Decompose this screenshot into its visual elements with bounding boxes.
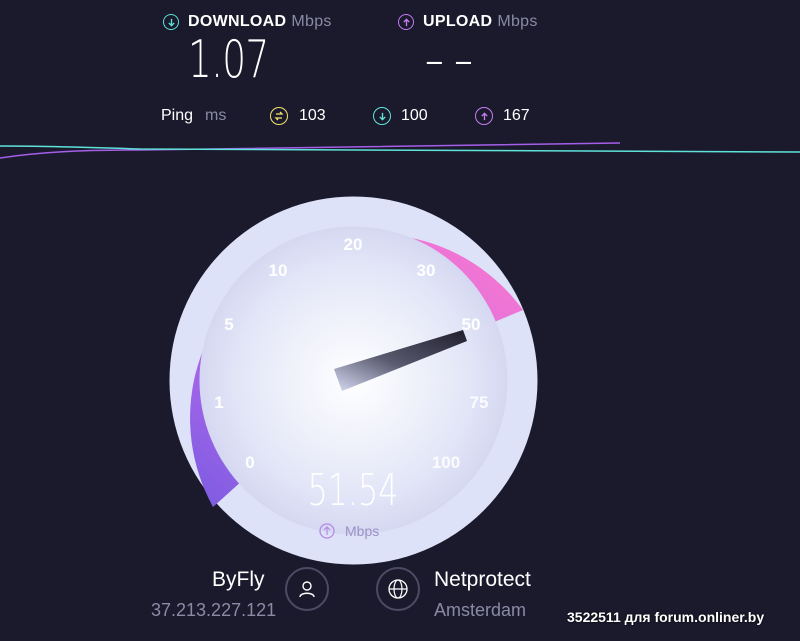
- ping-row: Ping ms: [161, 107, 226, 125]
- ping-down-icon: [373, 107, 391, 125]
- gauge-tick-75: 75: [470, 393, 489, 412]
- speed-graph: [0, 142, 800, 159]
- download-arrow-icon: [163, 14, 179, 30]
- gauge-tick-5: 5: [224, 315, 233, 334]
- upload-label: UPLOAD: [423, 13, 493, 30]
- download-unit: Mbps: [291, 13, 332, 30]
- server-button[interactable]: [376, 567, 420, 611]
- gauge-tick-1: 1: [214, 393, 223, 412]
- ping-idle-value: 103: [299, 107, 326, 124]
- ping-down: 100: [373, 107, 428, 125]
- ping-idle: 103: [270, 107, 326, 125]
- globe-icon: [388, 579, 408, 599]
- download-label: DOWNLOAD: [188, 13, 287, 30]
- gauge-tick-30: 30: [417, 261, 436, 280]
- ping-up-value: 167: [503, 107, 530, 124]
- watermark: 3522511 для forum.onliner.by: [567, 609, 765, 625]
- upload-unit: Mbps: [497, 13, 538, 30]
- download-header: DOWNLOAD Mbps: [163, 13, 332, 31]
- ping-down-value: 100: [401, 107, 428, 124]
- gauge-unit: Mbps: [345, 523, 379, 539]
- ping-unit: ms: [205, 107, 227, 124]
- gauge-tick-0: 0: [245, 453, 254, 472]
- upload-value: – –: [425, 30, 473, 90]
- ping-idle-icon: [270, 107, 288, 125]
- user-icon: [299, 581, 315, 598]
- upload-header: UPLOAD Mbps: [398, 13, 538, 31]
- ping-label: Ping: [161, 107, 194, 124]
- isp-name: ByFly: [212, 568, 265, 591]
- upload-arrow-icon: [398, 14, 414, 30]
- download-value: 1.07: [188, 30, 269, 90]
- ping-up-icon: [475, 107, 493, 125]
- server-name[interactable]: Netprotect: [434, 568, 531, 592]
- gauge-tick-50: 50: [462, 315, 481, 334]
- speed-gauge: 0 1 5 10 20 30 50 75 100 51.54 Mbps: [169, 196, 538, 565]
- isp-button[interactable]: [285, 567, 329, 611]
- gauge-tick-10: 10: [269, 261, 288, 280]
- gauge-tick-20: 20: [344, 235, 363, 254]
- server-location: Amsterdam: [434, 600, 527, 620]
- ping-up: 167: [475, 107, 530, 125]
- gauge-value: 51.54: [308, 465, 399, 517]
- gauge-tick-100: 100: [432, 453, 460, 472]
- isp-ip: 37.213.227.121: [151, 600, 277, 620]
